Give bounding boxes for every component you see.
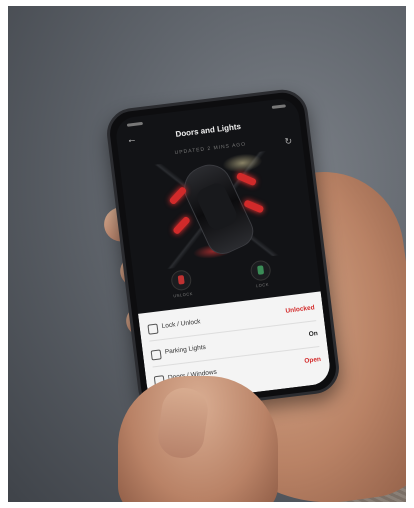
row-value: Open — [304, 355, 322, 365]
photo-background: ← Doors and Lights UPDATED 2 MINS AGO ↻ … — [8, 6, 406, 502]
phone-screen: ← Doors and Lights UPDATED 2 MINS AGO ↻ … — [114, 96, 332, 406]
lock-icon — [147, 323, 159, 335]
open-door-indicator — [243, 199, 265, 214]
lock-label: LOCK — [255, 281, 270, 289]
unlock-icon — [170, 269, 193, 292]
status-time — [126, 121, 144, 127]
open-door-indicator — [172, 215, 191, 236]
refresh-icon[interactable]: ↻ — [284, 136, 293, 148]
row-value: Unlocked — [285, 304, 316, 315]
open-door-indicator — [235, 171, 257, 187]
car-icon — [176, 157, 259, 260]
car-visual — [130, 147, 306, 272]
phone: ← Doors and Lights UPDATED 2 MINS AGO ↻ … — [104, 86, 342, 416]
parking-lights-icon — [150, 349, 162, 361]
row-label: Lock / Unlock — [161, 318, 201, 331]
lock-button[interactable]: LOCK — [243, 259, 280, 290]
car-roof — [194, 180, 240, 233]
unlock-label: UNLOCK — [172, 291, 194, 299]
headlight-glow — [221, 151, 264, 175]
lock-icon — [249, 259, 272, 282]
row-label: Parking Lights — [164, 343, 207, 356]
row-value: On — [308, 330, 319, 339]
unlock-button[interactable]: UNLOCK — [163, 268, 200, 299]
status-icons — [271, 104, 286, 109]
